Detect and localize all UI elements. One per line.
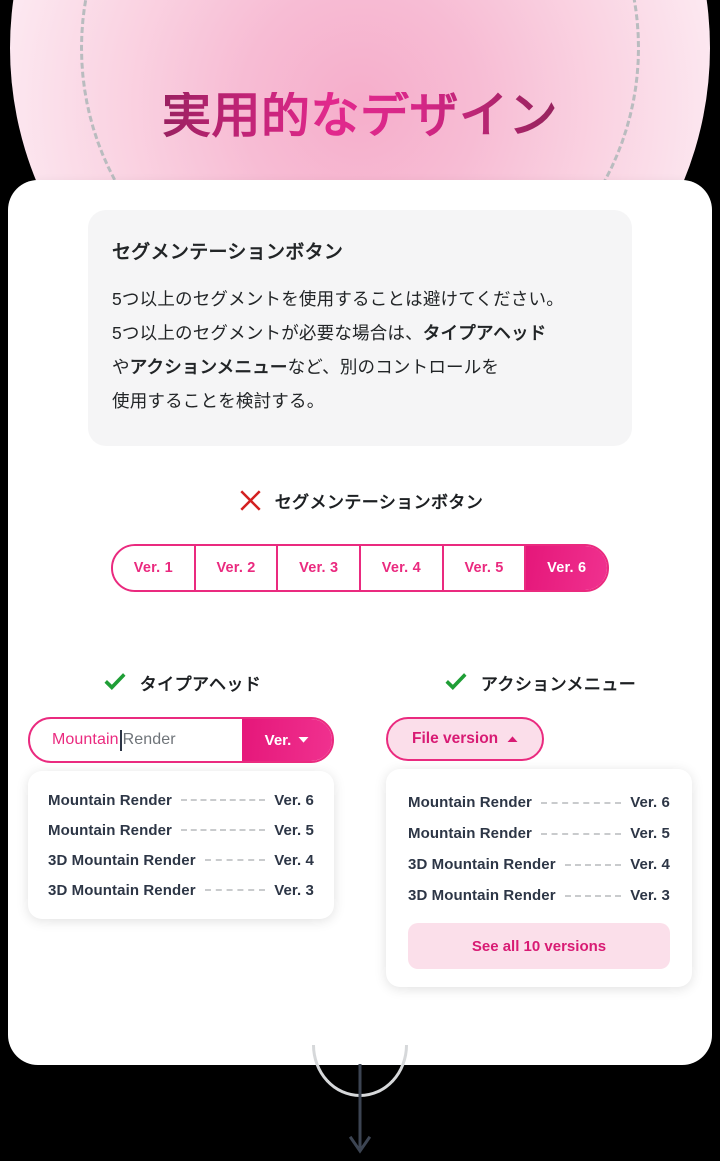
file-version-button[interactable]: File version bbox=[386, 717, 545, 761]
list-item[interactable]: Mountain Render Ver. 6 bbox=[408, 787, 670, 818]
leader-line bbox=[204, 889, 266, 891]
result-version: Ver. 6 bbox=[274, 791, 314, 809]
typeahead-ghost-suggestion: Render bbox=[122, 731, 176, 748]
bad-example-label: セグメンテーションボタン bbox=[274, 493, 484, 512]
result-version: Ver. 4 bbox=[630, 856, 670, 873]
bad-example-label-row: セグメンテーションボタン bbox=[0, 487, 720, 514]
result-version: Ver. 4 bbox=[274, 851, 314, 869]
segment-ver-6[interactable]: Ver. 6 bbox=[526, 546, 607, 590]
cross-icon bbox=[237, 487, 264, 514]
description-title: セグメンテーションボタン bbox=[112, 242, 344, 263]
list-item[interactable]: Mountain Render Ver. 6 bbox=[48, 785, 314, 815]
result-name: Mountain Render bbox=[48, 821, 172, 839]
segment-ver-1[interactable]: Ver. 1 bbox=[113, 546, 196, 590]
result-name: 3D Mountain Render bbox=[48, 881, 196, 899]
list-item[interactable]: 3D Mountain Render Ver. 3 bbox=[48, 875, 314, 905]
result-name: Mountain Render bbox=[408, 825, 532, 842]
typeahead-version-button[interactable]: Ver. bbox=[242, 719, 332, 761]
description-line-3c: など、別のコントロールを bbox=[287, 357, 500, 377]
chevron-up-icon bbox=[507, 735, 518, 743]
segmented-button-group[interactable]: Ver. 1 Ver. 2 Ver. 3 Ver. 4 Ver. 5 Ver. … bbox=[111, 544, 609, 592]
leader-line bbox=[181, 829, 266, 831]
list-item[interactable]: Mountain Render Ver. 5 bbox=[48, 815, 314, 845]
description-emphasis-typeahead: タイプアヘッド bbox=[422, 323, 547, 343]
description-panel: セグメンテーションボタン 5つ以上のセグメントを使用することは避けてください。 … bbox=[88, 210, 632, 446]
typeahead-input-group[interactable]: Mountain Render Ver. bbox=[28, 717, 334, 763]
description-body: 5つ以上のセグメントを使用することは避けてください。 5つ以上のセグメントが必要… bbox=[112, 282, 608, 418]
check-icon bbox=[442, 668, 470, 696]
description-line-4: 使用することを検討する。 bbox=[112, 391, 325, 411]
leader-line bbox=[564, 863, 622, 866]
typeahead-results-dropdown: Mountain Render Ver. 6 Mountain Render V… bbox=[28, 771, 334, 919]
result-version: Ver. 3 bbox=[630, 887, 670, 904]
result-version: Ver. 6 bbox=[630, 794, 670, 811]
result-version: Ver. 3 bbox=[274, 881, 314, 899]
result-name: 3D Mountain Render bbox=[408, 887, 556, 904]
typeahead-section: タイプアヘッド Mountain Render Ver. Mountain Ren… bbox=[28, 668, 334, 919]
segment-ver-5[interactable]: Ver. 5 bbox=[443, 546, 527, 590]
leader-line bbox=[541, 801, 622, 804]
leader-line bbox=[204, 859, 266, 861]
description-line-1: 5つ以上のセグメントを使用することは避けてください。 bbox=[112, 289, 564, 309]
segment-ver-2[interactable]: Ver. 2 bbox=[195, 546, 279, 590]
down-arrow-icon bbox=[340, 1064, 380, 1156]
description-emphasis-actionmenu: アクションメニュー bbox=[129, 357, 288, 377]
page-title: 実用的なデザイン bbox=[0, 92, 720, 141]
action-menu-header: アクションメニュー bbox=[386, 668, 692, 696]
see-all-versions-button[interactable]: See all 10 versions bbox=[408, 923, 670, 969]
leader-line bbox=[541, 832, 622, 835]
leader-line bbox=[181, 799, 266, 801]
typeahead-header: タイプアヘッド bbox=[28, 668, 334, 696]
description-line-2a: 5つ以上のセグメントが必要な場合は、 bbox=[112, 323, 423, 343]
check-icon bbox=[101, 668, 129, 696]
action-menu-dropdown: Mountain Render Ver. 6 Mountain Render V… bbox=[386, 769, 692, 987]
typeahead-version-label: Ver. bbox=[264, 731, 292, 749]
result-name: 3D Mountain Render bbox=[48, 851, 196, 869]
result-name: Mountain Render bbox=[408, 794, 532, 811]
list-item[interactable]: 3D Mountain Render Ver. 4 bbox=[408, 849, 670, 880]
text-cursor bbox=[119, 729, 122, 751]
segment-ver-4[interactable]: Ver. 4 bbox=[361, 546, 444, 590]
action-menu-label: アクションメニュー bbox=[480, 674, 637, 694]
segment-ver-3[interactable]: Ver. 3 bbox=[278, 546, 362, 590]
typeahead-typed-value: Mountain bbox=[52, 731, 119, 748]
result-name: 3D Mountain Render bbox=[408, 856, 556, 873]
file-version-label: File version bbox=[412, 730, 499, 747]
page-root: 実用的なデザイン セグメンテーションボタン 5つ以上のセグメントを使用することは… bbox=[0, 0, 720, 1161]
leader-line bbox=[564, 894, 622, 897]
list-item[interactable]: 3D Mountain Render Ver. 3 bbox=[408, 880, 670, 911]
typeahead-label: タイプアヘッド bbox=[139, 674, 262, 694]
typeahead-input[interactable]: Mountain Render bbox=[30, 719, 242, 761]
list-item[interactable]: Mountain Render Ver. 5 bbox=[408, 818, 670, 849]
chevron-down-icon bbox=[298, 736, 309, 744]
list-item[interactable]: 3D Mountain Render Ver. 4 bbox=[48, 845, 314, 875]
description-line-3a: や bbox=[112, 357, 130, 377]
action-menu-section: アクションメニュー File version Mountain Render V… bbox=[386, 668, 692, 987]
result-version: Ver. 5 bbox=[274, 821, 314, 839]
result-version: Ver. 5 bbox=[630, 825, 670, 842]
result-name: Mountain Render bbox=[48, 791, 172, 809]
